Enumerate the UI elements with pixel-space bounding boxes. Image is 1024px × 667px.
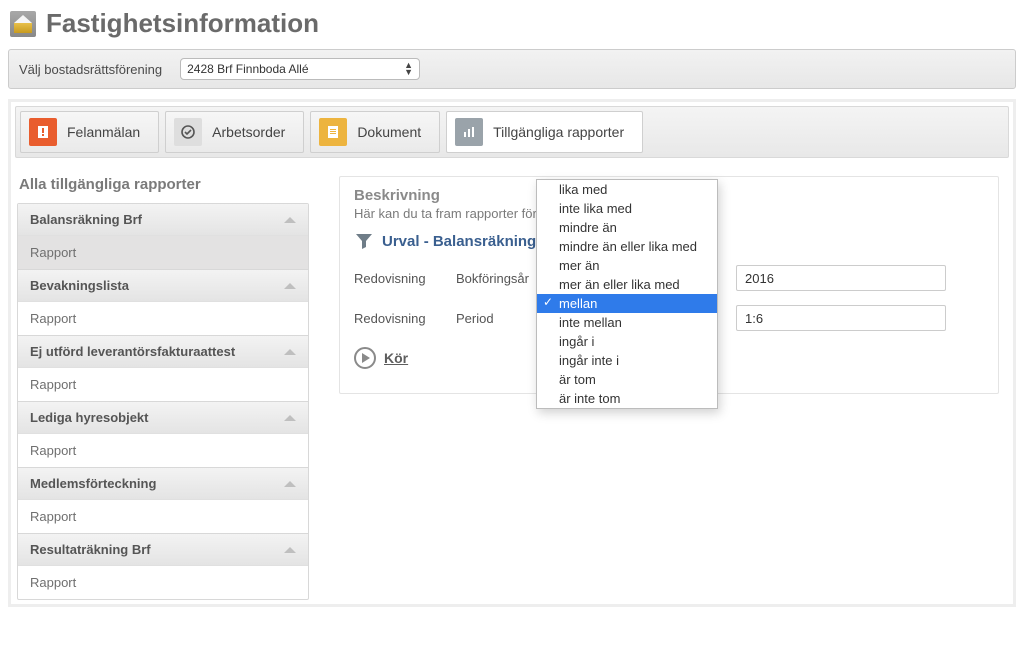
dropdown-option[interactable]: ingår inte i bbox=[537, 351, 717, 370]
tab-label: Felanmälan bbox=[67, 124, 140, 140]
acc-header-lediga[interactable]: Lediga hyresobjekt bbox=[18, 401, 308, 433]
param-value-input[interactable] bbox=[736, 305, 946, 331]
acc-title: Lediga hyresobjekt bbox=[30, 410, 148, 425]
acc-title: Bevakningslista bbox=[30, 278, 129, 293]
dropdown-option[interactable]: ingår i bbox=[537, 332, 717, 351]
param-field: Bokföringsår bbox=[456, 271, 546, 286]
dropdown-option[interactable]: mindre än eller lika med bbox=[537, 237, 717, 256]
dropdown-option[interactable]: lika med bbox=[537, 180, 717, 199]
clock-check-icon bbox=[174, 118, 202, 146]
filter-title: Urval - Balansräkning B bbox=[382, 233, 551, 250]
param-category: Redovisning bbox=[354, 271, 436, 286]
tab-arbetsorder[interactable]: Arbetsorder bbox=[165, 111, 304, 153]
acc-header-resultat[interactable]: Resultaträkning Brf bbox=[18, 533, 308, 565]
tab-label: Dokument bbox=[357, 124, 421, 140]
param-field: Period bbox=[456, 311, 546, 326]
acc-title: Resultaträkning Brf bbox=[30, 542, 151, 557]
report-accordion: Balansräkning Brf Rapport Bevakningslist… bbox=[17, 203, 309, 600]
play-icon bbox=[354, 347, 376, 369]
chevron-up-icon bbox=[284, 283, 296, 289]
acc-item[interactable]: Rapport bbox=[18, 235, 308, 269]
dropdown-option[interactable]: inte mellan bbox=[537, 313, 717, 332]
acc-header-ej-utford[interactable]: Ej utförd leverantörsfakturaattest bbox=[18, 335, 308, 367]
run-button[interactable]: Kör bbox=[384, 350, 408, 366]
dropdown-option[interactable]: inte lika med bbox=[537, 199, 717, 218]
report-detail-panel: Beskrivning Här kan du ta fram rapporter… bbox=[339, 176, 999, 394]
comparison-operator-dropdown[interactable]: lika medinte lika medmindre änmindre än … bbox=[536, 179, 718, 409]
dropdown-option[interactable]: är tom bbox=[537, 370, 717, 389]
main-panel: Felanmälan Arbetsorder Dokument Tillgäng… bbox=[8, 99, 1016, 607]
page-title: Fastighetsinformation bbox=[46, 8, 319, 39]
acc-item[interactable]: Rapport bbox=[18, 301, 308, 335]
document-lines-icon bbox=[319, 118, 347, 146]
select-arrows-icon: ▲▼ bbox=[404, 62, 413, 76]
association-selector-label: Välj bostadsrättsförening bbox=[19, 62, 162, 77]
acc-item[interactable]: Rapport bbox=[18, 565, 308, 599]
chevron-up-icon bbox=[284, 415, 296, 421]
param-category: Redovisning bbox=[354, 311, 436, 326]
tab-label: Tillgängliga rapporter bbox=[493, 124, 624, 140]
acc-item[interactable]: Rapport bbox=[18, 499, 308, 533]
association-selector-bar: Välj bostadsrättsförening 2428 Brf Finnb… bbox=[8, 49, 1016, 89]
sidebar-title: Alla tillgängliga rapporter bbox=[17, 176, 309, 203]
acc-title: Ej utförd leverantörsfakturaattest bbox=[30, 344, 235, 359]
dropdown-option[interactable]: mindre än bbox=[537, 218, 717, 237]
tab-label: Arbetsorder bbox=[212, 124, 285, 140]
tab-rapporter[interactable]: Tillgängliga rapporter bbox=[446, 111, 643, 153]
dropdown-option[interactable]: mer än bbox=[537, 256, 717, 275]
tab-felanmalan[interactable]: Felanmälan bbox=[20, 111, 159, 153]
chevron-up-icon bbox=[284, 217, 296, 223]
dropdown-option[interactable]: mer än eller lika med bbox=[537, 275, 717, 294]
acc-item[interactable]: Rapport bbox=[18, 367, 308, 401]
bar-chart-icon bbox=[455, 118, 483, 146]
param-value-input[interactable] bbox=[736, 265, 946, 291]
acc-title: Medlemsförteckning bbox=[30, 476, 156, 491]
acc-header-medlem[interactable]: Medlemsförteckning bbox=[18, 467, 308, 499]
chevron-up-icon bbox=[284, 481, 296, 487]
tab-dokument[interactable]: Dokument bbox=[310, 111, 440, 153]
acc-item[interactable]: Rapport bbox=[18, 433, 308, 467]
acc-header-bevakningslista[interactable]: Bevakningslista bbox=[18, 269, 308, 301]
association-select[interactable]: 2428 Brf Finnboda Allé ▲▼ bbox=[180, 58, 420, 80]
funnel-icon bbox=[354, 231, 374, 251]
association-select-value: 2428 Brf Finnboda Allé bbox=[187, 62, 308, 76]
dropdown-option[interactable]: mellan bbox=[537, 294, 717, 313]
alert-icon bbox=[29, 118, 57, 146]
chevron-up-icon bbox=[284, 349, 296, 355]
app-logo bbox=[10, 11, 36, 37]
acc-title: Balansräkning Brf bbox=[30, 212, 142, 227]
dropdown-option[interactable]: är inte tom bbox=[537, 389, 717, 408]
chevron-up-icon bbox=[284, 547, 296, 553]
acc-header-balansrakning[interactable]: Balansräkning Brf bbox=[18, 204, 308, 235]
tab-bar: Felanmälan Arbetsorder Dokument Tillgäng… bbox=[15, 106, 1009, 158]
